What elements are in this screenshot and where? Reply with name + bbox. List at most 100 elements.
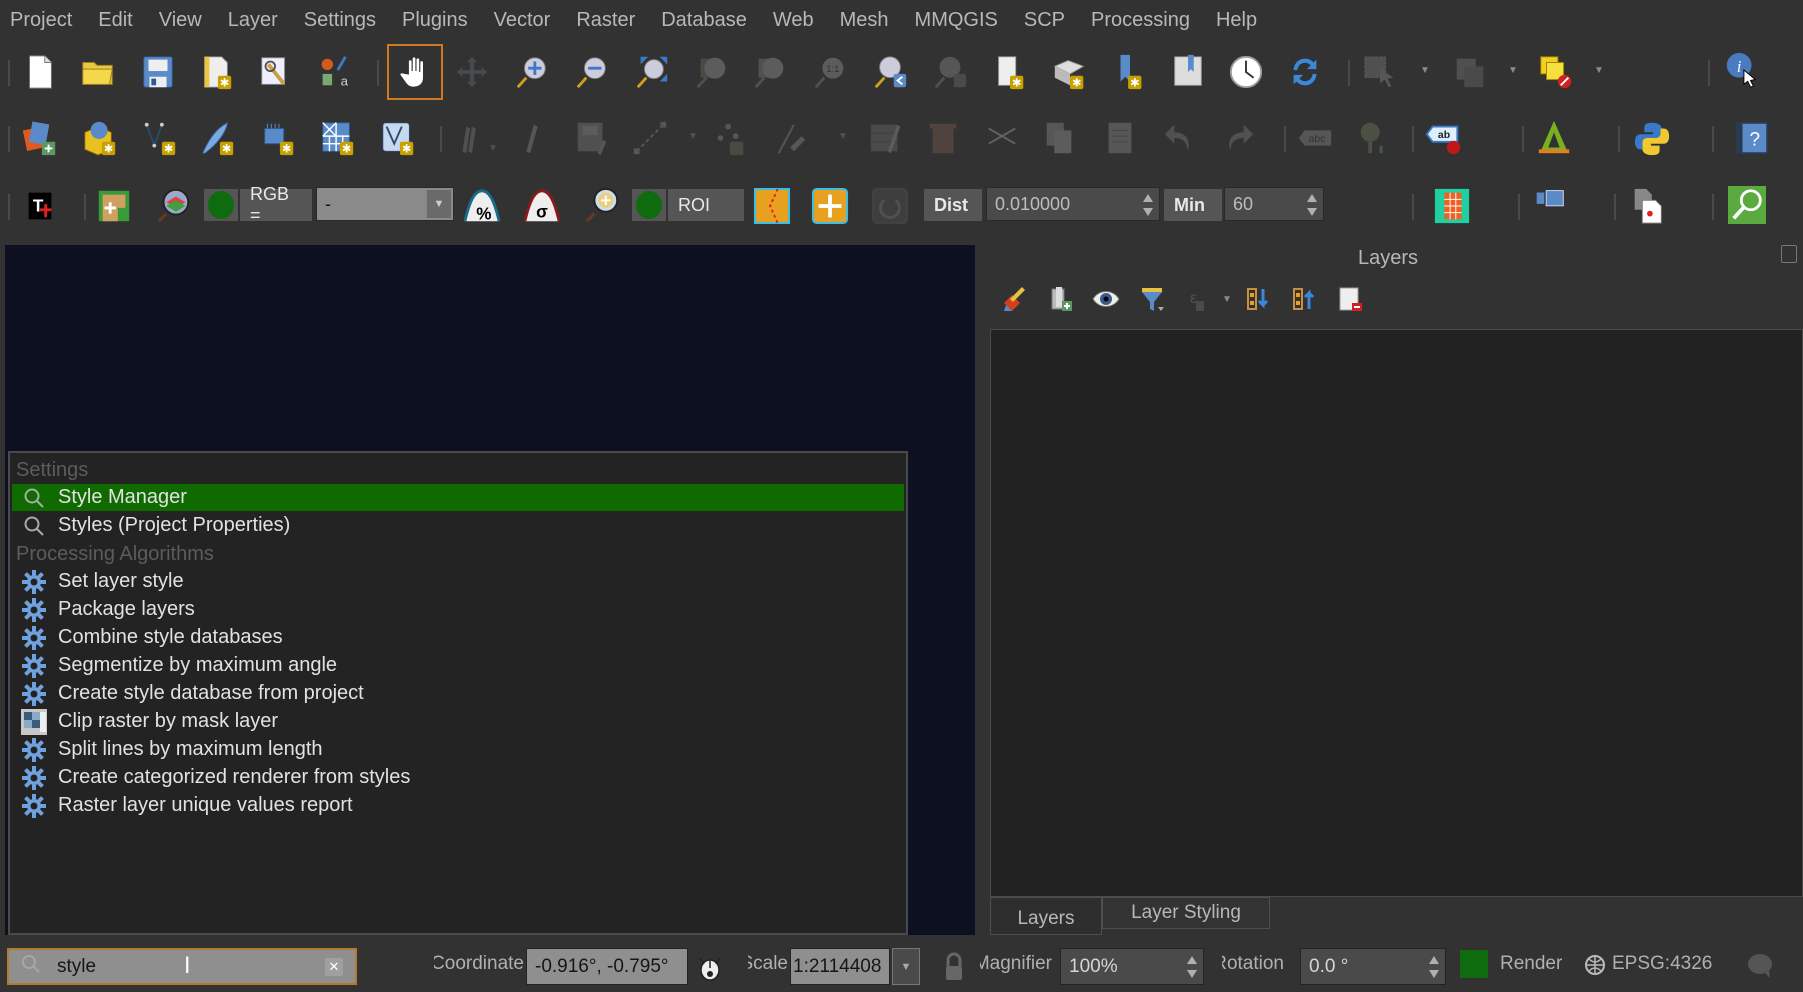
pan-map-icon[interactable]	[387, 44, 443, 100]
digitize-dropdown-icon[interactable]: ▼	[688, 132, 698, 142]
locator-result-segmentize-by-maximum-angle[interactable]: Segmentize by maximum angle	[12, 652, 904, 679]
dock-float-icon[interactable]	[1781, 245, 1797, 263]
new-gpx-layer-icon[interactable]: ✱	[378, 118, 418, 158]
locator-result-combine-style-databases[interactable]: Combine style databases	[12, 624, 904, 651]
filter-legend-icon[interactable]	[1136, 283, 1168, 315]
delete-selected-icon[interactable]	[924, 118, 964, 158]
menu-raster[interactable]: Raster	[576, 9, 635, 32]
zoom-last-icon[interactable]	[870, 52, 910, 92]
digitize-line-icon[interactable]	[630, 118, 670, 158]
menu-processing[interactable]: Processing	[1091, 9, 1190, 32]
remove-layer-icon[interactable]	[1334, 283, 1366, 315]
locator-result-create-style-database-from-project[interactable]: Create style database from project	[12, 680, 904, 707]
vertex-tool-icon[interactable]	[772, 118, 812, 158]
data-source-manager-icon[interactable]	[20, 118, 60, 158]
menu-database[interactable]: Database	[661, 9, 747, 32]
locator-result-split-lines-by-maximum-length[interactable]: Split lines by maximum length	[12, 736, 904, 763]
modify-attributes-icon[interactable]	[866, 118, 906, 158]
current-edits-dropdown-icon[interactable]: ▼	[488, 144, 498, 154]
new-temporary-scratch-layer-icon[interactable]: ✱	[198, 118, 238, 158]
new-map-view-icon[interactable]: ✱	[990, 52, 1030, 92]
select-features-icon[interactable]	[1360, 52, 1400, 92]
messages-icon[interactable]	[1746, 952, 1774, 980]
pan-to-selection-icon[interactable]	[452, 52, 492, 92]
attribute-table-dropdown-icon[interactable]: ▼	[1508, 66, 1518, 76]
zoom-to-selection-icon[interactable]	[692, 52, 732, 92]
vertex-dropdown-icon[interactable]: ▼	[838, 132, 848, 142]
open-layer-styling-icon[interactable]	[998, 283, 1030, 315]
scp-roi-toggle[interactable]	[632, 189, 666, 221]
zoom-full-icon[interactable]	[632, 52, 672, 92]
scp-dist-spinbox[interactable]: 0.010000	[986, 187, 1160, 221]
georeferencer-icon[interactable]	[1534, 118, 1574, 158]
redo-icon[interactable]	[1218, 118, 1258, 158]
select-dropdown-icon[interactable]: ▼	[1420, 66, 1430, 76]
current-edits-icon[interactable]	[452, 118, 492, 158]
filter-dropdown-icon[interactable]: ▼	[1222, 295, 1232, 305]
paste-features-icon[interactable]	[1100, 118, 1140, 158]
scp-rgb-select[interactable]: - ▼	[316, 187, 454, 221]
menu-view[interactable]: View	[159, 9, 202, 32]
menu-vector[interactable]: Vector	[494, 9, 551, 32]
new-spatial-bookmark-icon[interactable]: ✱	[1110, 52, 1150, 92]
label-tool-icon[interactable]: ab	[1424, 118, 1464, 158]
menu-project[interactable]: Project	[10, 9, 72, 32]
coordinate-field[interactable]: -0.916°, -0.795°	[526, 948, 688, 985]
scale-combobox[interactable]: 1:2114408	[790, 948, 890, 985]
locator-result-style-manager[interactable]: Style Manager	[12, 484, 904, 511]
tab-layer-styling[interactable]: Layer Styling	[1102, 897, 1270, 929]
menu-help[interactable]: Help	[1216, 9, 1257, 32]
scp-band-set-icon[interactable]	[94, 186, 134, 226]
new-print-layout-icon[interactable]: ✱	[196, 52, 236, 92]
scale-dropdown-icon[interactable]: ▼	[892, 948, 920, 985]
chevron-down-icon[interactable]: ▼	[427, 190, 451, 218]
menu-mmqgis[interactable]: MMQGIS	[915, 9, 998, 32]
toggle-extents-mouse-icon[interactable]	[696, 952, 724, 982]
menu-web[interactable]: Web	[773, 9, 814, 32]
scp-redo-roi-icon[interactable]	[870, 186, 910, 226]
undo-icon[interactable]	[1160, 118, 1200, 158]
new-shapefile-layer-icon[interactable]: ✱	[140, 118, 180, 158]
manage-map-themes-icon[interactable]	[1090, 283, 1122, 315]
locator-result-create-categorized-renderer-from-styles[interactable]: Create categorized renderer from styles	[12, 764, 904, 791]
scp-rgb-toggle[interactable]	[204, 189, 238, 221]
refresh-icon[interactable]	[1285, 52, 1325, 92]
rotation-spinbox[interactable]: 0.0 °	[1300, 948, 1446, 985]
scp-zoom-to-preview-icon[interactable]	[582, 186, 622, 226]
locator-result-clip-raster-by-mask-layer[interactable]: Clip raster by mask layer	[12, 708, 904, 735]
new-project-icon[interactable]	[20, 52, 60, 92]
scp-text-tool-icon[interactable]: T	[20, 186, 60, 226]
scp-classification-preview-icon[interactable]	[1432, 186, 1472, 226]
open-attribute-table-icon[interactable]	[1450, 52, 1490, 92]
toggle-editing-icon[interactable]	[512, 118, 552, 158]
scp-std-dev-stretch-icon[interactable]: σ	[522, 186, 562, 226]
cut-features-icon[interactable]	[982, 118, 1022, 158]
lock-scale-icon[interactable]	[944, 952, 964, 982]
add-group-icon[interactable]	[1044, 283, 1076, 315]
diagram-icon[interactable]	[1354, 118, 1394, 158]
temporal-controller-icon[interactable]	[1226, 52, 1266, 92]
locator-result-raster-layer-unique-values-report[interactable]: Raster layer unique values report	[12, 792, 904, 819]
show-bookmarks-icon[interactable]	[1168, 52, 1208, 92]
menu-settings[interactable]: Settings	[304, 9, 376, 32]
scp-cumulative-stretch-icon[interactable]: %	[462, 186, 502, 226]
help-icon[interactable]: ?	[1732, 118, 1772, 158]
scp-dock-icon[interactable]	[1530, 182, 1570, 222]
spinbox-arrows-icon[interactable]	[1429, 956, 1439, 978]
menu-layer[interactable]: Layer	[228, 9, 278, 32]
menu-edit[interactable]: Edit	[98, 9, 132, 32]
new-3d-map-view-icon[interactable]: ✱	[1050, 52, 1090, 92]
spinbox-arrows-icon[interactable]	[1187, 956, 1197, 978]
new-mesh-layer-icon[interactable]: ✱	[318, 118, 358, 158]
zoom-native-icon[interactable]: 1:1	[810, 52, 850, 92]
save-project-icon[interactable]	[138, 52, 178, 92]
clear-search-icon[interactable]: ✕	[325, 958, 343, 976]
locator-result-set-layer-style[interactable]: Set layer style	[12, 568, 904, 595]
new-virtual-layer-icon[interactable]: ✱	[258, 118, 298, 158]
scp-min-spinbox[interactable]: 60	[1224, 187, 1324, 221]
locator-result-styles-project-properties[interactable]: Styles (Project Properties)	[12, 512, 904, 539]
deselect-dropdown-icon[interactable]: ▼	[1594, 66, 1604, 76]
scp-document-icon[interactable]	[1628, 186, 1668, 226]
collapse-all-icon[interactable]	[1288, 283, 1320, 315]
scp-zoom-image-icon[interactable]	[154, 186, 194, 226]
